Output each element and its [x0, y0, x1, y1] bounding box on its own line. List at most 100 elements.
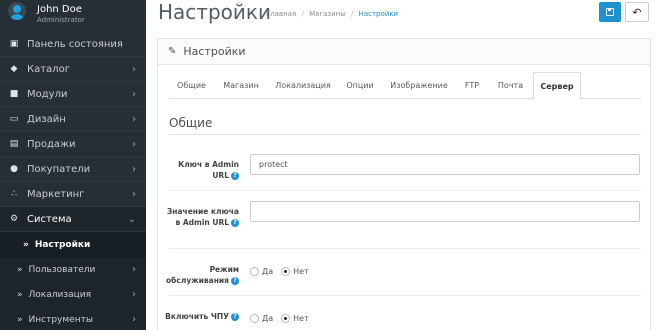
sidebar-subitem-users[interactable]: » Пользователи › [0, 257, 146, 282]
row-divider [169, 295, 641, 296]
double-arrow-icon: » [17, 289, 23, 300]
admin-key-value-input[interactable] [250, 201, 640, 222]
admin-key-label-text: Ключ в Admin URL [178, 160, 239, 180]
admin-key-value-label: Значение ключа в Admin URL? [164, 206, 239, 228]
back-button[interactable]: ↶ [625, 2, 649, 22]
user-role: Administrator [37, 16, 85, 24]
reply-icon: ↶ [632, 5, 642, 19]
admin-key-input[interactable] [250, 154, 640, 175]
chevron-down-icon: ⌄ [127, 213, 136, 225]
sidebar-item-label: Дизайн [27, 113, 66, 125]
section-title: Общие [169, 116, 213, 130]
double-arrow-icon: » [23, 239, 29, 250]
maintenance-label: Режим обслуживания? [164, 264, 239, 286]
sidebar-item-label: Система [27, 213, 72, 225]
sidebar-item-catalog[interactable]: ◆ Каталог › [0, 57, 146, 82]
tab-server[interactable]: Сервер [533, 72, 581, 100]
pencil-icon: ✎ [168, 46, 177, 57]
seo-url-no-label[interactable]: Нет [293, 314, 309, 323]
cart-icon: ▤ [9, 139, 19, 149]
sidebar-subitem-label: Настройки [34, 239, 91, 250]
page-title: Настройки [158, 0, 271, 24]
chevron-right-icon: › [132, 289, 136, 300]
user-panel: John Doe Administrator [0, 0, 146, 32]
tab-store[interactable]: Магазин [216, 72, 266, 99]
sidebar-subitem-label: Инструменты [28, 314, 93, 325]
sidebar-item-customers[interactable]: ● Покупатели › [0, 157, 146, 182]
breadcrumb-home[interactable]: Главная [266, 10, 296, 18]
chevron-right-icon: › [132, 314, 136, 325]
sidebar-item-design[interactable]: ▭ Дизайн › [0, 107, 146, 132]
section-divider [169, 134, 641, 135]
sidebar-item-sales[interactable]: ▤ Продажи › [0, 132, 146, 157]
sidebar-item-system[interactable]: ⚙ Система ⌄ [0, 207, 146, 232]
panel-heading: ✎ Настройки [158, 39, 650, 65]
sidebar-subitem-tools[interactable]: » Инструменты › [0, 307, 146, 330]
row-divider [169, 190, 641, 191]
tab-general[interactable]: Общие [169, 72, 214, 99]
help-icon[interactable]: ? [231, 172, 239, 180]
double-arrow-icon: » [17, 314, 23, 325]
help-icon[interactable]: ? [231, 219, 239, 227]
chevron-right-icon: › [132, 264, 136, 275]
seo-url-yes-label[interactable]: Да [262, 314, 273, 323]
share-icon: ∴ [11, 189, 17, 199]
sidebar-subitem-settings[interactable]: » Настройки [0, 232, 146, 257]
maintenance-radio-group: Да Нет [250, 265, 317, 277]
seo-url-label-text: Включить ЧПУ [165, 312, 229, 321]
breadcrumb-stores[interactable]: Магазины [309, 10, 346, 18]
sidebar: John Doe Administrator ▣ Панель состояни… [0, 0, 146, 330]
seo-url-radio-group: Да Нет [250, 312, 317, 324]
tab-bar: Общие Магазин Локализация Опции Изображе… [169, 72, 641, 100]
admin-key-value-label-text: Значение ключа в Admin URL [166, 207, 239, 227]
tab-localisation[interactable]: Локализация [270, 72, 336, 99]
breadcrumb-separator: / [350, 10, 354, 18]
chevron-right-icon: › [132, 138, 136, 150]
sidebar-subitem-localisation[interactable]: » Локализация › [0, 282, 146, 307]
sidebar-item-label: Модули [27, 88, 68, 100]
chevron-right-icon: › [132, 188, 136, 200]
monitor-icon: ▭ [9, 114, 19, 124]
maintenance-no-radio[interactable] [281, 266, 291, 276]
avatar [8, 2, 26, 20]
tab-image[interactable]: Изображение [383, 72, 455, 99]
gear-icon: ⚙ [9, 214, 19, 224]
maintenance-no-label[interactable]: Нет [293, 267, 309, 276]
sidebar-item-dashboard[interactable]: ▣ Панель состояния [0, 32, 146, 57]
maintenance-label-text: Режим обслуживания [166, 265, 239, 285]
sidebar-item-label: Панель состояния [27, 38, 123, 50]
settings-panel: ✎ Настройки Общие Магазин Локализация Оп… [157, 38, 651, 330]
row-divider [169, 248, 641, 249]
tab-options[interactable]: Опции [341, 72, 379, 99]
seo-url-yes-radio[interactable] [250, 313, 259, 323]
chevron-right-icon: › [132, 113, 136, 125]
puzzle-icon: ■ [9, 89, 19, 99]
panel-title: Настройки [183, 45, 246, 58]
breadcrumb: Главная / Магазины / Настройки [266, 10, 398, 18]
chevron-right-icon: › [132, 63, 136, 75]
sidebar-item-modules[interactable]: ■ Модули › [0, 82, 146, 107]
save-button[interactable] [599, 2, 621, 22]
sidebar-subitem-label: Пользователи [28, 264, 96, 275]
sidebar-item-label: Каталог [27, 63, 70, 75]
tag-icon: ◆ [10, 64, 18, 74]
help-icon[interactable]: ? [231, 277, 239, 285]
tab-mail[interactable]: Почта [490, 72, 531, 99]
seo-url-no-radio[interactable] [281, 313, 291, 323]
breadcrumb-settings[interactable]: Настройки [359, 10, 399, 18]
floppy-disk-icon [606, 8, 614, 16]
user-icon: ● [10, 164, 18, 174]
sidebar-subitem-label: Локализация [28, 289, 92, 300]
sidebar-item-label: Маркетинг [27, 188, 85, 200]
sidebar-item-label: Покупатели [27, 163, 91, 175]
maintenance-yes-radio[interactable] [250, 266, 259, 276]
chevron-right-icon: › [132, 88, 136, 100]
sidebar-item-label: Продажи [27, 138, 76, 150]
maintenance-yes-label[interactable]: Да [262, 267, 273, 276]
help-icon[interactable]: ? [231, 313, 239, 321]
user-name: John Doe [37, 4, 82, 15]
tab-ftp[interactable]: FTP [460, 72, 484, 99]
dashboard-icon: ▣ [9, 39, 19, 49]
sidebar-item-marketing[interactable]: ∴ Маркетинг › [0, 182, 146, 207]
admin-key-label: Ключ в Admin URL? [164, 159, 239, 181]
